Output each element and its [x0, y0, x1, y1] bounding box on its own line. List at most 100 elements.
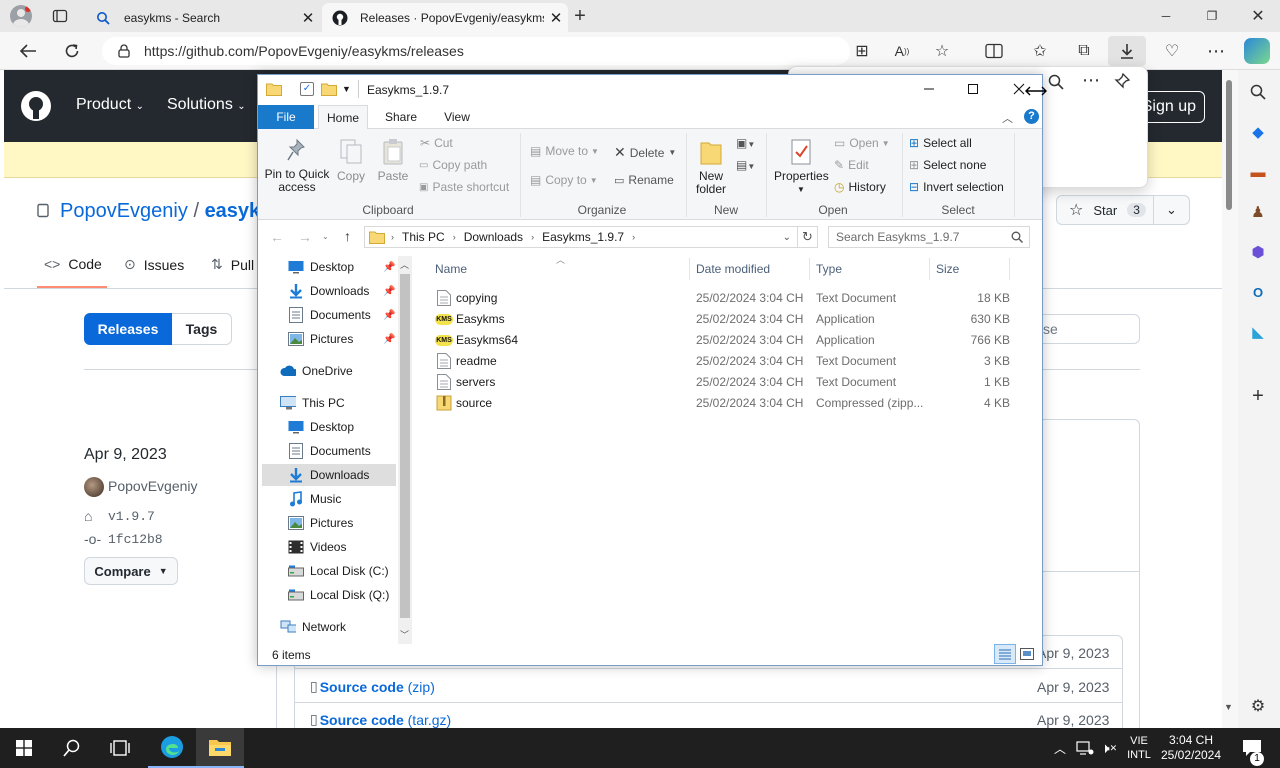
volume-muted-icon[interactable]: 🕨 ✕ [1098, 728, 1120, 768]
nav-product[interactable]: Product ⌄ [76, 96, 144, 114]
games-icon[interactable]: ♟ [1246, 200, 1270, 224]
file-row-copying[interactable]: copying 25/02/2024 3:04 CH Text Document 18… [430, 287, 1010, 308]
move-to-button[interactable]: ▤ Move to ▼ [530, 144, 599, 158]
profile-avatar[interactable] [10, 5, 32, 27]
flyout-more-icon[interactable]: ⋯ [1082, 70, 1100, 91]
large-icons-view-icon[interactable] [1018, 646, 1036, 662]
column-date-modified[interactable]: Date modified [696, 259, 806, 279]
tab-code[interactable]: <> Code [44, 256, 102, 272]
tab-pull-requests[interactable]: ⇅ Pull [211, 256, 254, 273]
collections-icon[interactable]: ⧉ [1068, 38, 1100, 64]
ribbon-tab-home[interactable]: Home [318, 105, 368, 130]
performance-icon[interactable]: ♡ [1156, 38, 1188, 64]
read-aloud-icon[interactable]: A)) [886, 38, 918, 64]
author-link[interactable]: PopovEvgeniy [108, 478, 198, 494]
author-avatar[interactable] [84, 477, 104, 497]
paste-shortcut-button[interactable]: ▣ Paste shortcut [419, 180, 509, 194]
quick-access-dropdown[interactable]: ▼ [342, 84, 351, 94]
flyout-search-icon[interactable] [1048, 74, 1064, 90]
compare-button[interactable]: Compare ▼ [84, 557, 178, 585]
back-nav-icon[interactable]: ← [270, 229, 284, 245]
more-options-icon[interactable]: ⋯ [1200, 38, 1232, 64]
tools-icon[interactable]: ▬ [1246, 160, 1270, 184]
downloads-icon[interactable] [1108, 36, 1146, 66]
close-browser-icon[interactable]: ✕ [1235, 0, 1280, 32]
close-tab-icon[interactable]: ✕ [544, 9, 568, 27]
github-logo-icon[interactable] [20, 90, 52, 122]
tab-releases[interactable]: Releases · PopovEvgeniy/easykms ✕ [322, 3, 568, 32]
nav-solutions[interactable]: Solutions ⌄ [167, 96, 246, 114]
ribbon-collapse-icon[interactable]: ︿ [1002, 110, 1013, 126]
nav-item-desktop[interactable]: Desktop 📌 [262, 256, 396, 278]
release-commit[interactable]: 1fc12b8 [108, 532, 163, 547]
nav-item-local-disk-q[interactable]: Local Disk (Q:) [262, 584, 396, 606]
cut-button[interactable]: ✂ Cut [420, 136, 453, 150]
path-easykms[interactable]: Easykms_1.9.7 [542, 230, 624, 244]
drop-icon[interactable]: ◣ [1246, 320, 1270, 344]
restore-browser-icon[interactable]: ❐ [1189, 0, 1235, 32]
invert-selection-button[interactable]: ⊟ Invert selection [909, 180, 1004, 194]
close-tab-icon[interactable]: ✕ [296, 9, 320, 27]
nav-scrollbar-thumb[interactable] [400, 274, 410, 618]
task-view-icon[interactable] [96, 728, 144, 768]
release-tag[interactable]: v1.9.7 [108, 509, 155, 524]
copilot-icon[interactable] [1244, 38, 1270, 64]
minimize-explorer-icon[interactable] [906, 76, 952, 102]
nav-item-pictures[interactable]: Pictures [262, 512, 396, 534]
file-row-readme[interactable]: readme 25/02/2024 3:04 CH Text Document 3 K… [430, 350, 1010, 371]
folder-search-input[interactable]: Search Easykms_1.9.7 [828, 226, 1030, 248]
ribbon-tab-file[interactable]: File [258, 105, 314, 129]
favorite-star-icon[interactable]: ☆ [926, 38, 958, 64]
minimize-browser-icon[interactable]: ─ [1143, 0, 1189, 32]
owner-link[interactable]: PopovEvgeniy [60, 200, 188, 222]
nav-scroll-down[interactable]: ﹀ [400, 628, 409, 641]
pinned-icon[interactable]: 📌 [383, 262, 395, 273]
nav-item-local-disk-c[interactable]: Local Disk (C:) [262, 560, 396, 582]
outlook-icon[interactable]: O [1246, 280, 1270, 304]
scroll-down-arrow[interactable]: ▼ [1224, 702, 1233, 712]
forward-nav-icon[interactable]: → [298, 229, 312, 245]
nav-item-this-pc[interactable]: This PC [262, 392, 396, 414]
refresh-icon[interactable] [56, 38, 88, 64]
release-search-input[interactable]: se [1030, 314, 1140, 344]
column-name[interactable]: Name [435, 259, 685, 279]
asset-source-zip[interactable]: ▯ Source code (zip) [310, 678, 435, 695]
new-folder-quick-icon[interactable] [321, 82, 337, 96]
tab-actions-icon[interactable] [52, 8, 68, 24]
edit-button[interactable]: ✎ Edit [834, 158, 869, 172]
path-dropdown-icon[interactable]: ⌄ [783, 232, 791, 243]
path-downloads[interactable]: Downloads [464, 230, 523, 244]
nav-item-music[interactable]: Music [262, 488, 396, 510]
history-button[interactable]: ◷ History [834, 180, 886, 194]
new-item-icon[interactable]: ▣▼ [736, 136, 755, 150]
star-button[interactable]: ☆ Star 3 [1056, 195, 1154, 225]
pinned-icon[interactable]: 📌 [383, 286, 395, 297]
shopping-tag-icon[interactable]: ◆ [1246, 120, 1270, 144]
scrollbar-thumb[interactable] [1226, 80, 1232, 210]
properties-quick-icon[interactable]: ✓ [300, 82, 314, 96]
clock[interactable]: 3:04 CH 25/02/2024 [1158, 728, 1224, 768]
taskbar-edge-icon[interactable] [148, 728, 196, 768]
favorites-icon[interactable]: ✩ [1024, 38, 1056, 64]
app-available-icon[interactable]: ⊞ [846, 38, 878, 64]
rename-button[interactable]: ▭ Rename [614, 173, 674, 187]
help-icon[interactable]: ? [1024, 109, 1039, 124]
nav-item-downloads[interactable]: Downloads [262, 464, 396, 486]
asset-source-targz[interactable]: ▯ Source code (tar.gz) [310, 711, 451, 728]
new-folder-button[interactable]: New folder [690, 138, 732, 196]
nav-item-downloads[interactable]: Downloads 📌 [262, 280, 396, 302]
network-icon[interactable] [1074, 728, 1096, 768]
add-sidebar-icon[interactable]: + [1246, 384, 1270, 408]
details-view-icon[interactable] [994, 644, 1016, 664]
taskbar-search-icon[interactable] [48, 728, 96, 768]
file-row-servers[interactable]: servers 25/02/2024 3:04 CH Text Document 1 … [430, 371, 1010, 392]
nav-item-pictures[interactable]: Pictures 📌 [262, 328, 396, 350]
address-bar[interactable]: https://github.com/PopovEvgeniy/easykms/… [102, 37, 850, 65]
nav-scroll-up[interactable]: ︿ [400, 258, 409, 271]
nav-item-network[interactable]: Network [262, 616, 396, 638]
up-nav-icon[interactable]: ↑ [344, 228, 351, 244]
column-type[interactable]: Type [816, 259, 926, 279]
select-none-button[interactable]: ⊞ Select none [909, 158, 986, 172]
nav-item-onedrive[interactable]: OneDrive [262, 360, 396, 382]
file-row-easykms[interactable]: KMS Easykms 25/02/2024 3:04 CH Application 6… [430, 308, 1010, 329]
